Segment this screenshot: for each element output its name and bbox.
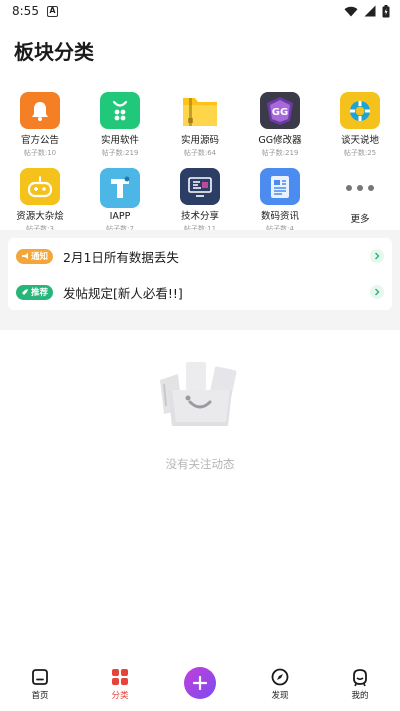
home-icon (32, 669, 48, 685)
notice-text: 2月1日所有数据丢失 (63, 249, 179, 265)
notification-a-icon: A (46, 5, 58, 17)
signal-icon (364, 5, 376, 17)
notice-item[interactable]: 通知 2月1日所有数据丢失 (8, 238, 392, 274)
notice-item[interactable]: 推荐 发帖规定[新人必看!!] (8, 274, 392, 310)
chevron-right-icon (370, 249, 384, 263)
gamepad-icon (20, 168, 60, 205)
category-resources[interactable]: 资源大杂烩 帖子数:3 (0, 168, 80, 234)
tab-profile[interactable]: 我的 (330, 667, 390, 701)
category-more[interactable]: 更多 (320, 168, 400, 234)
tab-categories[interactable]: 分类 (90, 667, 150, 701)
category-digital-news[interactable]: 数码资讯 帖子数:4 (240, 168, 320, 234)
notice-card: 通知 2月1日所有数据丢失 推荐 发帖规定[新人必看!!] (8, 238, 392, 310)
category-name: 实用软件 (100, 135, 139, 146)
category-tech-share[interactable]: 技术分享 帖子数:11 (160, 168, 240, 234)
status-bar: 8:55 A (0, 0, 400, 22)
zip-folder-icon (180, 92, 220, 129)
category-chat[interactable]: 谈天说地 帖子数:25 (320, 92, 400, 158)
notice-tag: 推荐 (16, 284, 54, 300)
lifebuoy-icon (340, 92, 380, 129)
monitor-icon (180, 168, 220, 205)
tab-label: 我的 (351, 691, 369, 701)
rocket-icon (22, 289, 28, 295)
category-name: 谈天说地 (340, 135, 379, 146)
category-count: 帖子数:219 (101, 149, 139, 157)
category-grid: 官方公告 帖子数:10 实用软件 帖子数:219 实用源码 帖子数:64 GG … (0, 72, 400, 234)
empty-state: 没有关注动态 (0, 360, 400, 472)
empty-state-text: 没有关注动态 (165, 457, 235, 471)
empty-box-illustration-icon (160, 362, 237, 426)
grid-icon (112, 669, 128, 685)
category-name: 资源大杂烩 (16, 211, 64, 222)
notice-tag: 通知 (16, 248, 54, 264)
plus-icon (193, 676, 207, 690)
wifi-icon (344, 6, 358, 17)
bell-icon (20, 92, 60, 129)
category-gg-modifier[interactable]: GG GG修改器 帖子数:219 (240, 92, 320, 158)
gg-shield-icon: GG (260, 92, 300, 129)
category-name: 数码资讯 (260, 211, 299, 222)
megaphone-icon (22, 253, 28, 259)
category-useful-software[interactable]: 实用软件 帖子数:219 (80, 92, 160, 158)
compass-icon (271, 668, 289, 686)
category-source-code[interactable]: 实用源码 帖子数:64 (160, 92, 240, 158)
category-name: IAPP (109, 211, 131, 222)
category-iapp[interactable]: IAPP 帖子数:7 (80, 168, 160, 234)
battery-icon (382, 4, 390, 17)
tab-label: 首页 (31, 691, 49, 701)
newspaper-icon (260, 168, 300, 205)
category-name: 更多 (350, 214, 370, 225)
category-name: 实用源码 (180, 135, 219, 146)
category-count: 帖子数:219 (261, 149, 299, 157)
status-time: 8:55 (12, 4, 39, 18)
category-name: 官方公告 (20, 135, 59, 146)
category-count: 帖子数:64 (183, 149, 217, 157)
iapp-icon (100, 168, 140, 208)
tab-label: 发现 (271, 691, 289, 701)
notice-text: 发帖规定[新人必看!!] (63, 285, 183, 301)
tab-discover[interactable]: 发现 (250, 667, 310, 701)
shopping-bag-icon (100, 92, 140, 129)
category-name: 技术分享 (180, 211, 219, 222)
add-post-button[interactable] (184, 667, 216, 699)
profile-face-icon (353, 669, 367, 687)
tab-home[interactable]: 首页 (10, 667, 70, 701)
tab-post[interactable] (170, 667, 230, 699)
category-official-notice[interactable]: 官方公告 帖子数:10 (0, 92, 80, 158)
page-title: 板块分类 (14, 40, 94, 64)
bottom-tab-bar: 首页 分类 发现 我的 (0, 661, 400, 711)
more-dots-icon (340, 168, 380, 208)
category-count: 帖子数:25 (343, 149, 377, 157)
chevron-right-icon (370, 285, 384, 299)
category-count: 帖子数:10 (23, 149, 57, 157)
category-name: GG修改器 (258, 135, 302, 146)
svg-text:GG: GG (272, 107, 288, 118)
tab-label: 分类 (111, 691, 129, 701)
